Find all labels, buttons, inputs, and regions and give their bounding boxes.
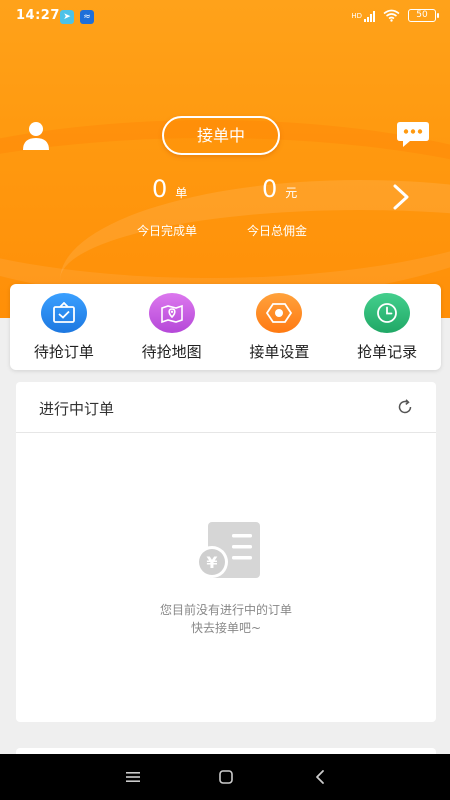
today-orders-stat: 0单 — [152, 175, 187, 203]
today-orders-value: 0 — [152, 175, 168, 203]
battery-icon: 50 — [408, 9, 439, 22]
header-background — [0, 0, 450, 318]
quick-action-label: 抢单记录 — [357, 343, 418, 361]
chat-message-icon[interactable] — [396, 120, 430, 148]
empty-orders-illustration-icon: ¥ — [196, 522, 260, 578]
map-pin-icon — [148, 293, 195, 333]
menu-icon[interactable] — [124, 768, 142, 786]
quick-action-order-settings[interactable]: 接单设置 — [226, 284, 334, 370]
status-icons: HD 50 — [351, 9, 439, 22]
user-profile-icon[interactable] — [22, 120, 50, 150]
task-clipboard-icon — [40, 293, 87, 333]
quick-actions-card: 待抢订单 待抢地图 接单设置 抢单记录 — [10, 284, 441, 370]
settings-hexagon-icon — [256, 293, 303, 333]
status-time: 14:27 — [16, 8, 60, 23]
order-status-toggle-button[interactable]: 接单中 — [162, 116, 280, 155]
orders-panel-title: 进行中订单 — [39, 400, 115, 418]
quick-action-grab-history[interactable]: 抢单记录 — [333, 284, 441, 370]
network-type-label: HD — [351, 11, 362, 20]
today-commission-value: 0 — [262, 175, 278, 203]
clock-icon — [364, 293, 411, 333]
quick-action-label: 待抢订单 — [33, 343, 94, 361]
wifi-icon — [383, 9, 400, 22]
quick-action-orders-map[interactable]: 待抢地图 — [118, 284, 226, 370]
quick-action-label: 待抢地图 — [141, 343, 202, 361]
today-commission-label: 今日总佣金 — [247, 224, 308, 238]
orders-panel-header: 进行中订单 — [16, 382, 436, 433]
chevron-right-icon[interactable] — [390, 183, 412, 211]
today-commission-unit: 元 — [285, 186, 298, 200]
quick-action-label: 接单设置 — [249, 343, 310, 361]
quick-action-pending-orders[interactable]: 待抢订单 — [10, 284, 118, 370]
today-commission-stat: 0元 — [262, 175, 297, 203]
today-orders-unit: 单 — [175, 186, 188, 200]
system-navigation-bar — [0, 754, 450, 800]
home-icon[interactable] — [217, 768, 235, 786]
svg-text:¥: ¥ — [206, 553, 217, 572]
empty-orders-hint: 快去接单吧~ — [190, 621, 262, 635]
back-icon[interactable] — [311, 768, 329, 786]
navigation-app-icon: ➤ — [60, 10, 74, 24]
refresh-icon[interactable] — [396, 398, 414, 416]
today-orders-label: 今日完成单 — [137, 224, 198, 238]
empty-orders-message: 您目前没有进行中的订单 — [159, 603, 292, 617]
signal-icon — [364, 10, 375, 22]
status-bar: 14:27 ➤ ≈ HD 50 — [0, 0, 450, 34]
in-progress-orders-panel: 进行中订单 ¥ 您目前没有进行中的订单 快去接单吧~ — [16, 382, 436, 722]
notification-app-icon: ≈ — [80, 10, 94, 24]
